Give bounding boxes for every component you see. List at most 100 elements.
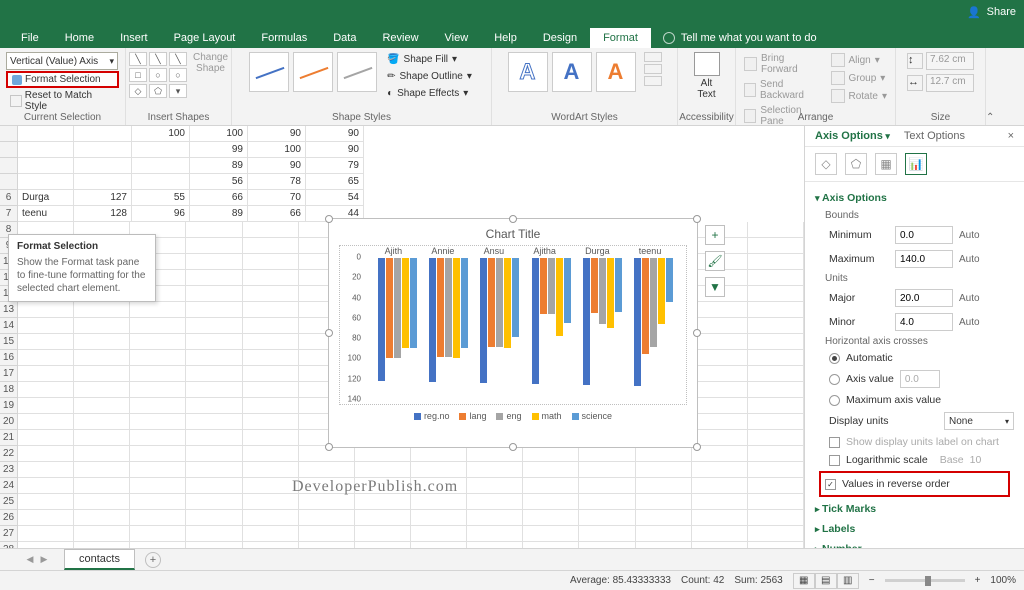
tab-home[interactable]: Home: [52, 28, 107, 48]
sheet-tab-active[interactable]: contacts: [64, 549, 135, 570]
shape-effects-button[interactable]: ◐Shape Effects ▾: [385, 86, 474, 101]
chart-styles-button[interactable]: 🖌: [705, 251, 725, 271]
add-sheet-button[interactable]: +: [145, 552, 161, 568]
zoom-in-button[interactable]: +: [975, 575, 981, 586]
pane-tick-marks-section[interactable]: Tick Marks: [815, 499, 1014, 519]
tab-file[interactable]: File: [8, 28, 52, 48]
chart-element-dropdown[interactable]: Vertical (Value) Axis: [6, 52, 118, 70]
chart-plot-area[interactable]: AjithAnnieAnsuAjithaDurgateenu 020406080…: [339, 245, 687, 405]
pane-display-units-select[interactable]: None: [944, 412, 1014, 430]
sheet-nav-prev[interactable]: ◀: [24, 554, 36, 566]
pane-values-reverse-check[interactable]: ✓Values in reverse order: [825, 475, 1004, 493]
sheet-nav-next[interactable]: ▶: [38, 554, 50, 566]
pane-major-label: Major: [829, 292, 889, 304]
status-count: Count: 42: [681, 575, 724, 586]
title-bar: 👤 Share: [0, 0, 1024, 24]
view-page-break-button[interactable]: ▥: [837, 573, 859, 589]
bring-forward-button[interactable]: Bring Forward: [742, 52, 821, 76]
change-shape-button[interactable]: Change Shape: [193, 52, 228, 98]
alt-text-button[interactable]: Alt Text: [694, 52, 720, 100]
format-axis-pane: Axis Options Text Options × ◇ ⬠ ▦ 📊 Axis…: [804, 126, 1024, 548]
tab-design[interactable]: Design: [530, 28, 590, 48]
send-backward-button[interactable]: Send Backward: [742, 78, 821, 102]
alt-text-icon: [694, 52, 720, 76]
rotate-button[interactable]: Rotate ▾: [829, 88, 890, 104]
tab-page-layout[interactable]: Page Layout: [161, 28, 249, 48]
tab-help[interactable]: Help: [481, 28, 530, 48]
worksheet-grid[interactable]: 6789101112131415161718192021222324252627…: [0, 126, 804, 548]
pane-text-options-tab[interactable]: Text Options: [904, 130, 965, 142]
chart-elements-button[interactable]: +: [705, 225, 725, 245]
text-effects-button[interactable]: [644, 76, 662, 86]
pane-axis-value-input[interactable]: [900, 370, 940, 388]
tab-view[interactable]: View: [432, 28, 482, 48]
view-normal-button[interactable]: ▦: [793, 573, 815, 589]
tab-format[interactable]: Format: [590, 28, 651, 48]
tab-formulas[interactable]: Formulas: [248, 28, 320, 48]
group-label-accessibility: Accessibility: [678, 112, 735, 123]
pane-min-input[interactable]: [895, 226, 953, 244]
reset-to-match-style-button[interactable]: Reset to Match Style: [6, 89, 119, 113]
share-button[interactable]: Share: [987, 6, 1016, 18]
group-button[interactable]: Group ▾: [829, 70, 890, 86]
pane-axis-options-icon[interactable]: 📊: [905, 153, 927, 175]
zoom-slider[interactable]: [885, 579, 965, 582]
zoom-out-button[interactable]: −: [869, 575, 875, 586]
pane-log-scale-check[interactable]: Logarithmic scaleBase10: [815, 451, 1014, 469]
pane-radio-max-axis[interactable]: Maximum axis value: [815, 391, 1014, 409]
height-input-row[interactable]: ↕ 7.62 cm: [907, 52, 974, 70]
group-icon: [831, 71, 845, 85]
shape-fill-button[interactable]: 🪣Shape Fill ▾: [385, 52, 474, 67]
width-input-row[interactable]: ↔ 12.7 cm: [907, 74, 974, 92]
tab-data[interactable]: Data: [320, 28, 369, 48]
pane-min-label: Minimum: [829, 229, 889, 241]
pane-size-icon[interactable]: ▦: [875, 153, 897, 175]
text-outline-button[interactable]: [644, 64, 662, 74]
shape-outline-button[interactable]: ✏Shape Outline ▾: [385, 69, 474, 84]
pane-close-button[interactable]: ×: [1008, 130, 1014, 142]
pane-bounds-label: Bounds: [815, 208, 1014, 223]
pane-axis-options-tab[interactable]: Axis Options: [815, 130, 890, 142]
format-selection-tooltip: Format Selection Show the Format task pa…: [8, 234, 156, 302]
format-selection-button[interactable]: Format Selection: [6, 71, 119, 88]
pane-labels-section[interactable]: Labels: [815, 519, 1014, 539]
pane-max-input[interactable]: [895, 250, 953, 268]
shapes-gallery[interactable]: ╲╲╲ □○○ ◇⬠▾: [129, 52, 187, 98]
pane-min-auto[interactable]: Auto: [959, 230, 980, 241]
embedded-chart[interactable]: Chart Title AjithAnnieAnsuAjithaDurgatee…: [328, 218, 698, 448]
chart-title[interactable]: Chart Title: [329, 219, 697, 245]
align-button[interactable]: Align ▾: [829, 52, 890, 68]
chart-value-axis[interactable]: 020406080100120140: [340, 256, 366, 400]
group-label-insert-shapes: Insert Shapes: [126, 112, 231, 123]
pane-fill-icon[interactable]: ◇: [815, 153, 837, 175]
shape-styles-gallery[interactable]: [249, 52, 377, 92]
tab-review[interactable]: Review: [369, 28, 431, 48]
pane-max-auto[interactable]: Auto: [959, 254, 980, 265]
pane-axis-options-section[interactable]: Axis Options: [815, 188, 1014, 208]
group-label-current-selection: Current Selection: [0, 112, 125, 123]
tab-insert[interactable]: Insert: [107, 28, 161, 48]
view-page-layout-button[interactable]: ▤: [815, 573, 837, 589]
pane-effects-icon[interactable]: ⬠: [845, 153, 867, 175]
tell-me-label: Tell me what you want to do: [681, 32, 817, 44]
pane-minor-input[interactable]: [895, 313, 953, 331]
pane-major-auto[interactable]: Auto: [959, 293, 980, 304]
wordart-gallery[interactable]: A A A: [508, 52, 636, 92]
pane-number-section[interactable]: Number: [815, 539, 1014, 548]
tooltip-body: Show the Format task pane to fine-tune f…: [17, 256, 147, 295]
zoom-level[interactable]: 100%: [990, 575, 1016, 586]
pane-show-display-label-check[interactable]: Show display units label on chart: [815, 433, 1014, 451]
pane-major-input[interactable]: [895, 289, 953, 307]
tooltip-title: Format Selection: [17, 241, 147, 252]
tell-me-search[interactable]: Tell me what you want to do: [651, 28, 829, 48]
chart-legend[interactable]: reg.nolangengmathscience: [329, 405, 697, 427]
pane-minor-auto[interactable]: Auto: [959, 317, 980, 328]
bring-forward-icon: [744, 57, 757, 71]
chart-filters-button[interactable]: ▼: [705, 277, 725, 297]
pane-radio-automatic[interactable]: Automatic: [815, 349, 1014, 367]
text-fill-button[interactable]: [644, 52, 662, 62]
ribbon-collapse-button[interactable]: ⌃: [986, 48, 998, 125]
ribbon: Vertical (Value) Axis Format Selection R…: [0, 48, 1024, 126]
width-icon: ↔: [907, 75, 923, 91]
pane-radio-axis-value[interactable]: Axis value: [815, 367, 1014, 391]
